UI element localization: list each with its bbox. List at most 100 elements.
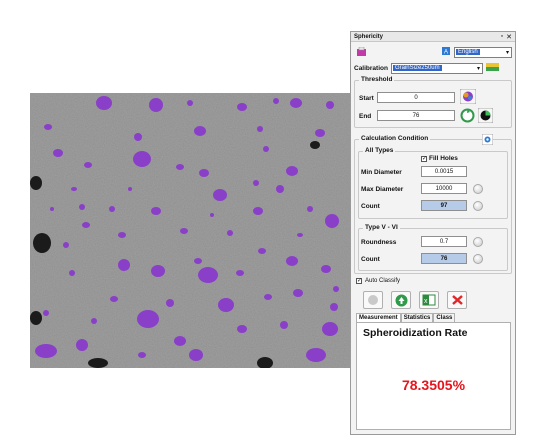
all-types-group: All Types ✓ Fill Holes Min Diameter 0.00… [358,147,508,219]
particle [118,232,126,238]
calculation-condition-title: Calculation Condition [359,135,431,142]
particle [137,310,159,328]
particle [315,129,325,137]
micrograph-image [30,93,350,368]
particle [253,180,259,186]
language-select[interactable]: English ▾ [454,46,512,58]
chevron-down-icon: ▾ [505,49,509,56]
result-title: Spheroidization Rate [363,327,468,339]
auto-classify-checkbox[interactable]: ✓ [356,278,362,284]
particle [321,265,331,273]
excel-icon: x [422,294,436,306]
min-diameter-label: Min Diameter [361,169,402,176]
sphericity-panel: Sphericity ▫ ✕ A English ▾ Calibration G… [350,31,516,435]
particle [307,206,313,212]
particle [71,187,77,191]
particle [258,248,266,254]
particle [76,339,88,351]
particle [166,299,174,307]
min-diameter-field[interactable]: 0.0015 [421,166,467,177]
particle [151,207,161,215]
calibration-select[interactable]: GrainSize250um ▾ [390,62,483,74]
fill-holes-label: Fill Holes [429,155,458,162]
particle [290,98,302,108]
run-button[interactable] [391,291,411,309]
auto-threshold-icon[interactable] [477,107,494,125]
calculation-condition-group: Calculation Condition All Types ✓ Fill H… [354,133,512,274]
max-diameter-label: Max Diameter [361,186,404,193]
all-types-count-field: 97 [421,200,467,211]
particle [134,133,142,141]
particle [194,258,202,264]
result-area: Spheroidization Rate 78.3505% [356,322,511,430]
tab-measurement[interactable]: Measurement [356,313,401,322]
particle [176,164,184,170]
type-v-vi-count-button[interactable] [473,254,483,264]
roundness-button[interactable] [473,237,483,247]
disabled-action-button[interactable] [363,291,383,309]
threshold-group: Threshold Start 0 End 76 [354,76,512,128]
particle [69,270,75,276]
particle [286,166,298,176]
roundness-label: Roundness [361,239,397,246]
particle [63,242,69,248]
particle [253,207,263,215]
particle [180,228,188,234]
tab-statistics[interactable]: Statistics [400,313,434,322]
particle [189,349,203,361]
ruler-icon[interactable] [485,62,499,74]
threshold-title: Threshold [359,76,395,83]
particle [210,213,214,217]
particle [149,98,163,112]
particle [187,100,193,106]
start-field[interactable]: 0 [377,92,455,103]
particle [237,103,247,111]
end-field[interactable]: 76 [377,110,455,121]
particle [276,185,284,193]
particle [306,348,326,362]
particle [91,318,97,324]
pin-icon[interactable]: ▫ [501,33,503,41]
particle [174,336,186,346]
particle [109,206,115,212]
chevron-down-icon: ▾ [476,65,480,72]
particle [326,101,334,109]
close-icon[interactable]: ✕ [506,33,512,41]
type-v-vi-count-label: Count [361,256,380,263]
excel-export-button[interactable]: x [419,291,439,309]
particle [128,187,132,191]
all-types-count-button[interactable] [473,201,483,211]
max-diameter-button[interactable] [473,184,483,194]
svg-text:x: x [424,298,428,305]
fill-holes-checkbox[interactable]: ✓ [421,155,427,162]
result-value: 78.3505% [401,377,466,393]
particle [110,296,118,302]
all-types-title: All Types [363,147,396,154]
start-label: Start [359,95,374,102]
panel-titlebar: Sphericity ▫ ✕ [351,32,515,42]
export-icon[interactable] [354,45,368,59]
particle [237,325,247,333]
particle [79,204,85,210]
particle [333,286,339,292]
max-diameter-field[interactable]: 10000 [421,183,467,194]
tab-class[interactable]: Class [433,313,456,322]
particle [133,151,151,167]
settings-icon[interactable] [481,133,494,147]
svg-text:A: A [444,50,448,56]
calibration-label: Calibration [354,64,388,72]
particle [151,265,165,277]
particle [194,126,206,136]
particle [227,230,233,236]
particle [96,96,112,110]
roundness-field[interactable]: 0.7 [421,236,467,247]
type-v-vi-title: Type V - VI [363,224,400,231]
particle [330,303,338,311]
refresh-icon[interactable] [460,108,475,125]
color-picker-icon[interactable] [459,88,477,106]
particle [35,344,57,358]
particle [273,98,279,104]
particle [325,214,339,228]
delete-button[interactable] [447,291,467,309]
particle [213,189,227,201]
